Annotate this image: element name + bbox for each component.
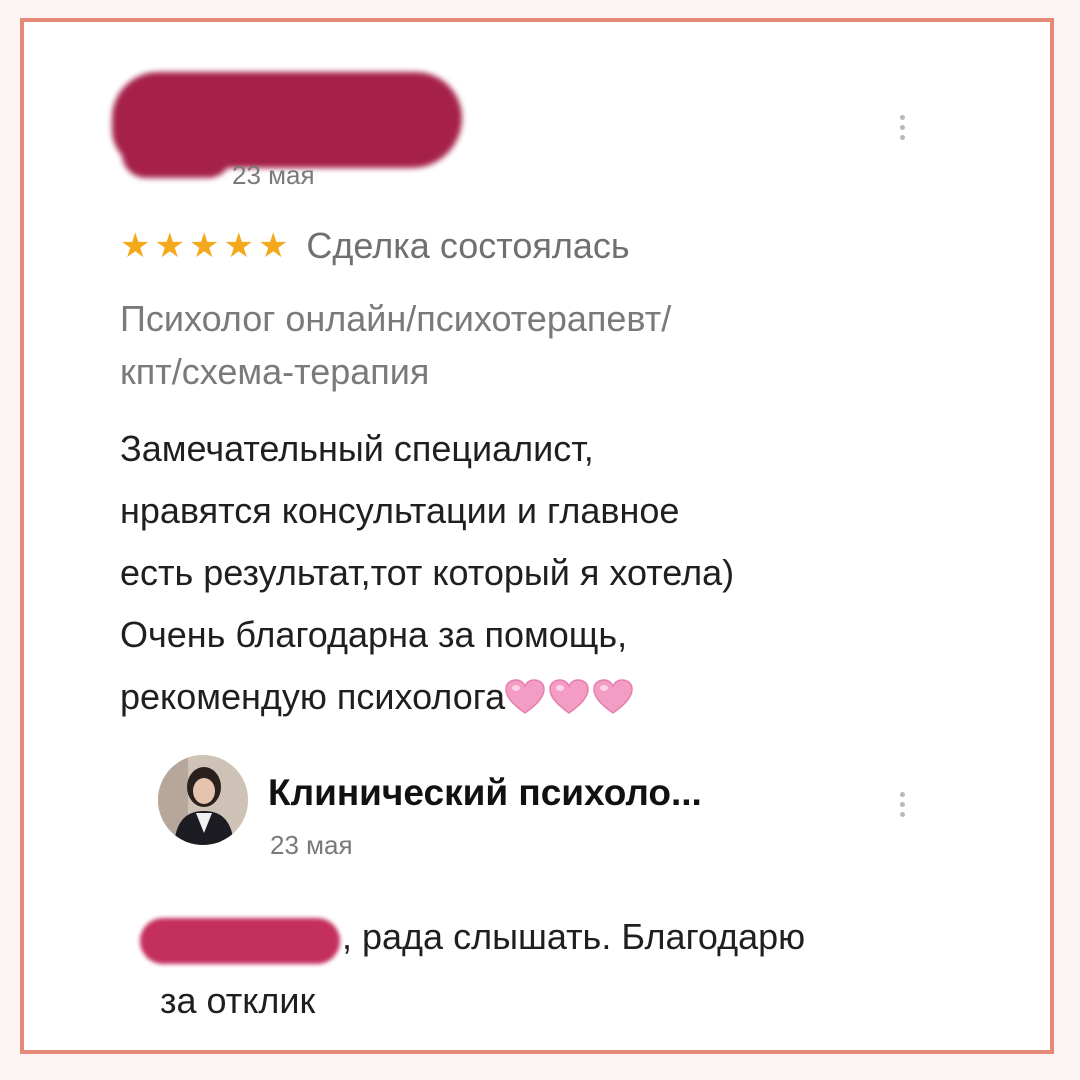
deal-status: Сделка состоялась (306, 225, 630, 266)
pink-heart-emoji (593, 679, 633, 714)
review-text-line: нравятся консультации и главное (120, 490, 680, 531)
reply-date: 23 мая (270, 830, 353, 860)
rating-row: ★ ★ ★ ★ ★ Сделка состоялась (120, 225, 630, 267)
hearts-emoji-group (505, 679, 633, 715)
review-text-line: Очень благодарна за помощь, (120, 614, 628, 655)
reply-more-options-icon[interactable] (898, 792, 906, 817)
star-icon: ★ (223, 227, 254, 265)
redacted-reviewer-name (112, 72, 462, 178)
service-title[interactable]: Психолог онлайн/психотерапевт/ кпт/схема… (120, 292, 880, 398)
reply-text-line-1: за отклик (160, 980, 316, 1021)
reply-text-line-0: , рада слышать. Благодарю (342, 916, 806, 957)
service-title-line: Психолог онлайн/психотерапевт/ (120, 298, 672, 339)
star-icon: ★ (188, 227, 220, 265)
pink-heart-emoji (549, 679, 589, 714)
star-rating: ★ ★ ★ ★ ★ (120, 229, 288, 263)
service-title-line: кпт/схема-терапия (120, 351, 430, 392)
avatar[interactable] (158, 755, 248, 845)
review-text: Замечательный специалист, нравятся консу… (120, 418, 940, 728)
avatar-photo (158, 755, 248, 845)
star-icon: ★ (120, 227, 151, 265)
review-text-line-last: рекомендую психолога (120, 666, 940, 728)
more-options-icon[interactable] (898, 115, 906, 140)
review-text-line: Замечательный специалист, (120, 428, 594, 469)
review-date: 23 мая (232, 160, 315, 190)
star-icon: ★ (257, 227, 289, 265)
review-text-line: рекомендую психолога (120, 676, 506, 717)
reply-text-line: , рада слышать. Благодарю (160, 905, 960, 969)
review-text-line: есть результат,тот который я хотела) (120, 552, 735, 593)
pink-heart-emoji (505, 679, 545, 714)
reply-text: , рада слышать. Благодарю за отклик (160, 905, 960, 1033)
reply-author-name[interactable]: Клинический психоло... (268, 772, 702, 814)
star-icon: ★ (154, 227, 185, 265)
